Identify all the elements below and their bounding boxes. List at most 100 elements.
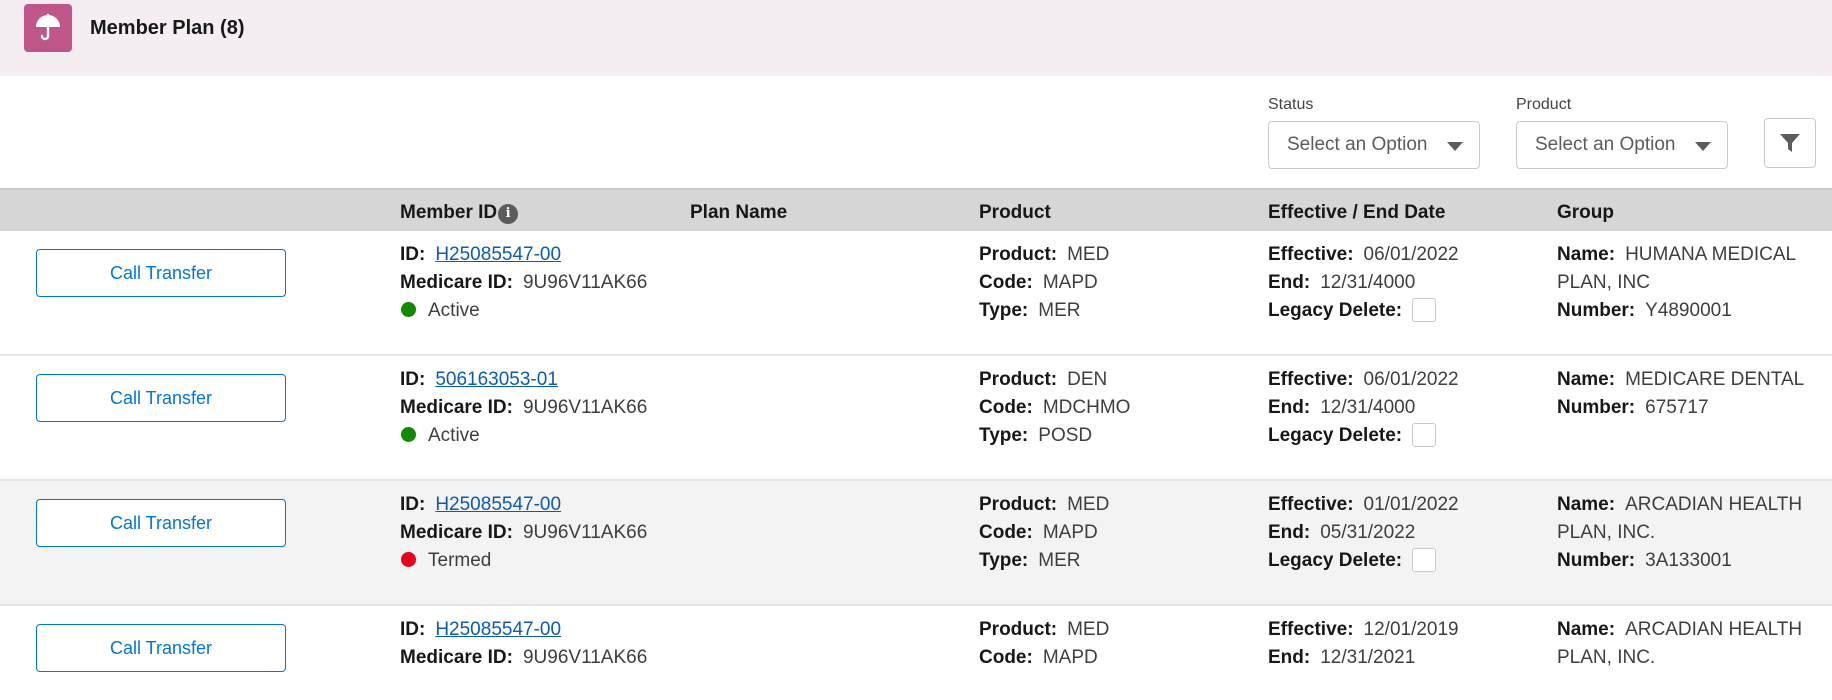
medicare-id-label: Medicare ID:	[400, 647, 513, 668]
status-text: Active	[428, 425, 480, 446]
code-value: MAPD	[1042, 272, 1098, 293]
code-label: Code:	[979, 397, 1033, 418]
product-select[interactable]: Select an Option	[1516, 121, 1728, 169]
code-value: MDCHMO	[1042, 397, 1131, 418]
info-icon[interactable]: i	[498, 204, 519, 224]
group-cell: Name: ARCADIAN HEALTH PLAN, INC.	[1557, 616, 1817, 672]
table-row: Call Transfer ID: H25085547-00 Medicare I…	[0, 231, 1832, 356]
group-number-value: 675717	[1645, 397, 1709, 418]
legacy-delete-label: Legacy Delete:	[1268, 425, 1403, 446]
product-label: Product:	[979, 244, 1058, 265]
product-label: Product:	[979, 494, 1058, 515]
table-body: Call Transfer ID: H25085547-00 Medicare I…	[0, 231, 1832, 676]
column-header-product[interactable]: Product	[979, 202, 1051, 224]
legacy-delete-label: Legacy Delete:	[1268, 300, 1403, 321]
filter-bar: Status Select an Option Product Select a…	[0, 76, 1832, 188]
group-name-label: Name:	[1557, 619, 1616, 640]
effective-label: Effective:	[1268, 369, 1354, 390]
end-label: End:	[1268, 522, 1311, 543]
id-label: ID:	[400, 369, 426, 390]
dates-cell: Effective: 12/01/2019 End: 12/31/2021	[1268, 616, 1459, 672]
end-value: 12/31/2021	[1320, 647, 1416, 668]
type-label: Type:	[979, 300, 1029, 321]
medicare-id-value: 9U96V11AK66	[522, 647, 648, 668]
column-header-member-id[interactable]: Member ID i	[400, 202, 519, 224]
effective-label: Effective:	[1268, 494, 1354, 515]
product-cell: Product: MED Code: MAPD Type: MER	[979, 241, 1109, 325]
end-value: 12/31/4000	[1320, 397, 1416, 418]
effective-value: 01/01/2022	[1363, 494, 1459, 515]
column-header-plan-name[interactable]: Plan Name	[690, 202, 787, 224]
call-transfer-button[interactable]: Call Transfer	[36, 249, 286, 297]
chevron-down-icon	[1447, 142, 1463, 151]
id-label: ID:	[400, 619, 426, 640]
page-title: Member Plan (8)	[90, 17, 245, 39]
member-id-cell: ID: 506163053-01 Medicare ID: 9U96V11AK66 …	[400, 366, 647, 450]
column-header-member-id-label: Member ID	[400, 202, 498, 223]
group-cell: Name: HUMANA MEDICAL PLAN, INC Number: Y48…	[1557, 241, 1817, 325]
end-value: 05/31/2022	[1320, 522, 1416, 543]
table-row: Call Transfer ID: H25085547-00 Medicare I…	[0, 606, 1832, 676]
call-transfer-button[interactable]: Call Transfer	[36, 499, 286, 547]
group-name-label: Name:	[1557, 369, 1616, 390]
end-label: End:	[1268, 397, 1311, 418]
product-value: DEN	[1067, 369, 1108, 390]
filter-button[interactable]	[1764, 118, 1816, 168]
legacy-delete-checkbox[interactable]	[1412, 548, 1437, 572]
dates-cell: Effective: 06/01/2022 End: 12/31/4000 Lega…	[1268, 241, 1459, 325]
product-select-value: Select an Option	[1535, 134, 1676, 155]
effective-value: 06/01/2022	[1363, 369, 1459, 390]
umbrella-icon	[24, 4, 72, 52]
member-id-cell: ID: H25085547-00 Medicare ID: 9U96V11AK66	[400, 616, 647, 672]
product-cell: Product: MED Code: MAPD	[979, 616, 1109, 672]
effective-label: Effective:	[1268, 244, 1354, 265]
group-number-label: Number:	[1557, 397, 1636, 418]
call-transfer-button[interactable]: Call Transfer	[36, 374, 286, 422]
end-label: End:	[1268, 272, 1311, 293]
member-id-link[interactable]: H25085547-00	[435, 244, 561, 265]
end-value: 12/31/4000	[1320, 272, 1416, 293]
type-value: MER	[1038, 550, 1081, 571]
group-cell: Name: ARCADIAN HEALTH PLAN, INC. Number: 3…	[1557, 491, 1817, 575]
member-id-link[interactable]: H25085547-00	[435, 494, 561, 515]
member-id-link[interactable]: H25085547-00	[435, 619, 561, 640]
product-value: MED	[1067, 494, 1110, 515]
effective-value: 12/01/2019	[1363, 619, 1459, 640]
medicare-id-value: 9U96V11AK66	[522, 272, 648, 293]
type-label: Type:	[979, 550, 1029, 571]
code-value: MAPD	[1042, 647, 1098, 668]
status-select[interactable]: Select an Option	[1268, 121, 1480, 169]
table-header: Member ID i Plan Name Product Effective /…	[0, 188, 1832, 231]
status-dot-icon	[401, 302, 416, 317]
chevron-down-icon	[1695, 142, 1711, 151]
group-number-label: Number:	[1557, 300, 1636, 321]
medicare-id-value: 9U96V11AK66	[522, 397, 648, 418]
member-id-cell: ID: H25085547-00 Medicare ID: 9U96V11AK66 …	[400, 491, 647, 575]
table-row: Call Transfer ID: H25085547-00 Medicare I…	[0, 481, 1832, 606]
code-label: Code:	[979, 272, 1033, 293]
legacy-delete-checkbox[interactable]	[1412, 423, 1437, 447]
product-filter-label: Product	[1516, 96, 1572, 113]
call-transfer-button[interactable]: Call Transfer	[36, 624, 286, 672]
status-text: Termed	[428, 550, 492, 571]
group-name-label: Name:	[1557, 494, 1616, 515]
group-cell: Name: MEDICARE DENTAL Number: 675717	[1557, 366, 1817, 422]
effective-value: 06/01/2022	[1363, 244, 1459, 265]
code-label: Code:	[979, 647, 1033, 668]
group-number-value: Y4890001	[1645, 300, 1732, 321]
product-label: Product:	[979, 369, 1058, 390]
dates-cell: Effective: 06/01/2022 End: 12/31/4000 Lega…	[1268, 366, 1459, 450]
member-id-link[interactable]: 506163053-01	[435, 369, 558, 390]
product-value: MED	[1067, 244, 1110, 265]
product-value: MED	[1067, 619, 1110, 640]
product-label: Product:	[979, 619, 1058, 640]
product-cell: Product: DEN Code: MDCHMO Type: POSD	[979, 366, 1130, 450]
id-label: ID:	[400, 244, 426, 265]
legacy-delete-checkbox[interactable]	[1412, 298, 1437, 322]
group-number-value: 3A133001	[1645, 550, 1732, 571]
medicare-id-value: 9U96V11AK66	[522, 522, 648, 543]
column-header-dates[interactable]: Effective / End Date	[1268, 202, 1445, 224]
status-dot-icon	[401, 427, 416, 442]
legacy-delete-label: Legacy Delete:	[1268, 550, 1403, 571]
column-header-group[interactable]: Group	[1557, 202, 1614, 224]
